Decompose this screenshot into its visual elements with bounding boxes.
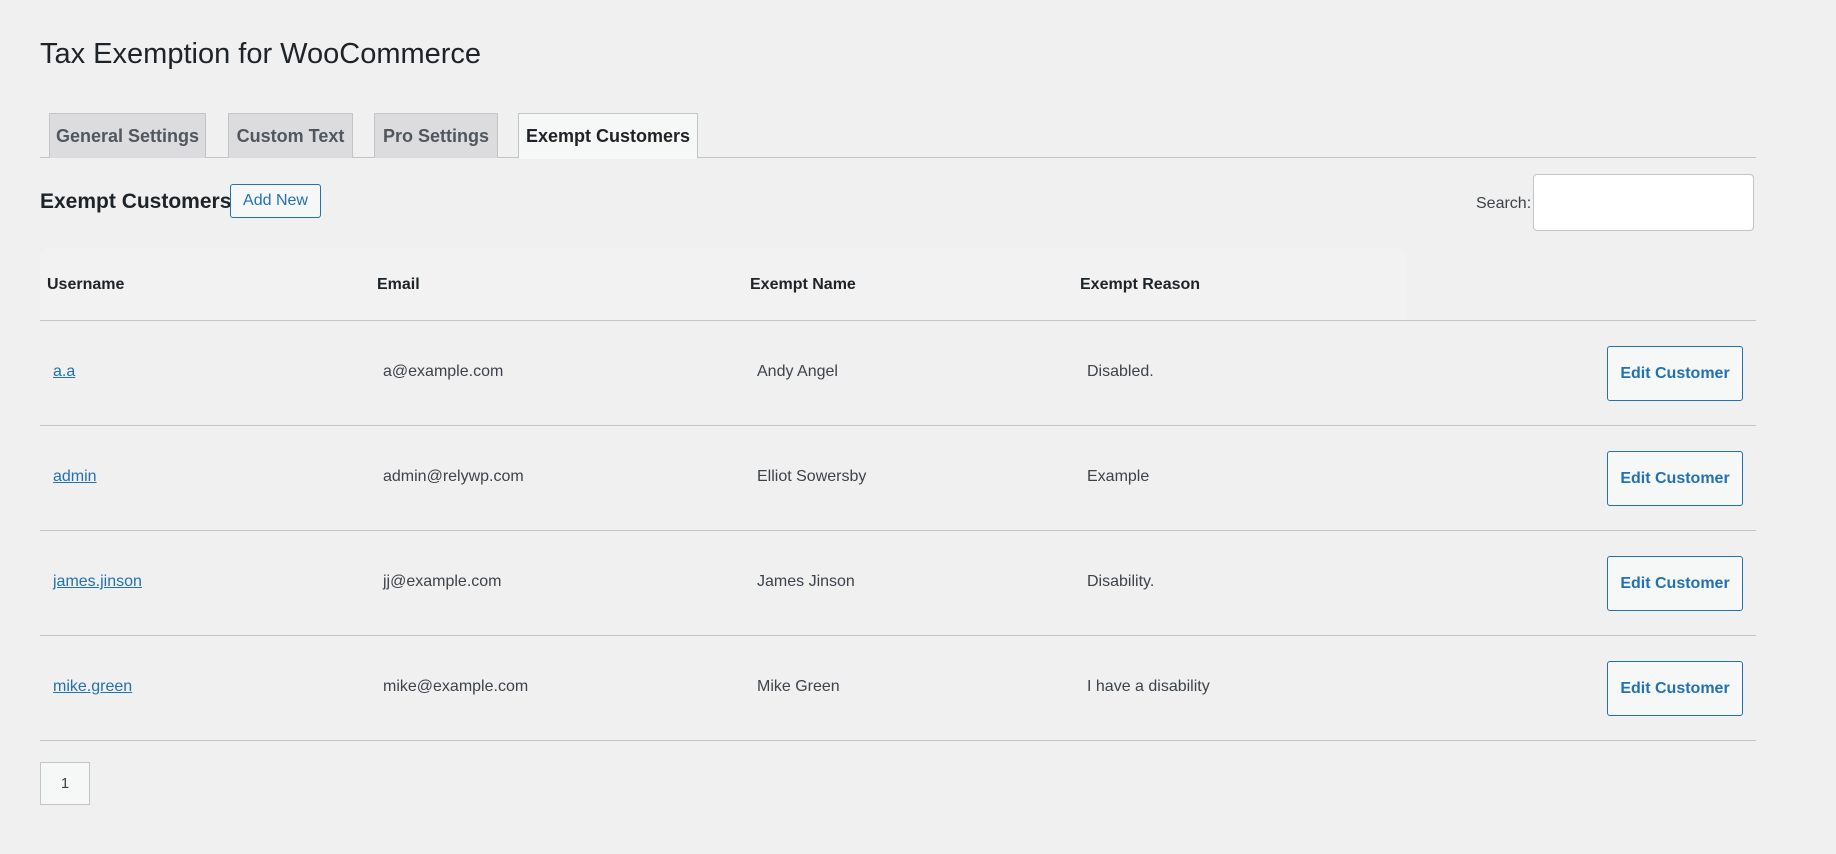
exempt-name-cell: Mike Green xyxy=(757,678,840,695)
tab-pro-settings[interactable]: Pro Settings xyxy=(374,113,498,158)
table-row: james.jinson jj@example.com James Jinson… xyxy=(40,531,1756,636)
edit-customer-button[interactable]: Edit Customer xyxy=(1607,661,1743,716)
exempt-name-cell: Andy Angel xyxy=(757,363,838,380)
search-input[interactable] xyxy=(1533,174,1754,231)
column-header-email: Email xyxy=(377,276,420,293)
exempt-customers-table: Username Email Exempt Name Exempt Reason… xyxy=(40,248,1756,741)
username-cell: admin xyxy=(53,468,97,486)
table-body: a.a a@example.com Andy Angel Disabled. E… xyxy=(40,321,1756,741)
tab-exempt-customers[interactable]: Exempt Customers xyxy=(518,113,698,159)
settings-tabs: General Settings Custom Text Pro Setting… xyxy=(40,113,1756,159)
exempt-name-cell: James Jinson xyxy=(757,573,855,590)
username-cell: mike.green xyxy=(53,678,132,696)
edit-customer-button[interactable]: Edit Customer xyxy=(1607,346,1743,401)
tab-custom-text[interactable]: Custom Text xyxy=(228,113,353,158)
edit-customer-button[interactable]: Edit Customer xyxy=(1607,556,1743,611)
email-cell: admin@relywp.com xyxy=(383,468,524,485)
username-link[interactable]: mike.green xyxy=(53,678,132,695)
table-row: a.a a@example.com Andy Angel Disabled. E… xyxy=(40,321,1756,426)
exempt-reason-cell: Disability. xyxy=(1087,573,1155,590)
exempt-reason-cell: Disabled. xyxy=(1087,363,1154,380)
add-new-button[interactable]: Add New xyxy=(230,184,321,218)
username-cell: james.jinson xyxy=(53,573,142,591)
tab-general-settings[interactable]: General Settings xyxy=(49,113,206,158)
username-link[interactable]: james.jinson xyxy=(53,573,142,590)
email-cell: mike@example.com xyxy=(383,678,529,695)
username-cell: a.a xyxy=(53,363,75,381)
table-header: Username Email Exempt Name Exempt Reason xyxy=(40,248,1407,320)
page-title: Tax Exemption for WooCommerce xyxy=(40,38,482,70)
exempt-name-cell: Elliot Sowersby xyxy=(757,468,867,485)
table-row: mike.green mike@example.com Mike Green I… xyxy=(40,636,1756,741)
email-cell: jj@example.com xyxy=(383,573,502,590)
search-label: Search: xyxy=(1476,195,1532,212)
exempt-reason-cell: I have a disability xyxy=(1087,678,1210,695)
pagination-page-button[interactable]: 1 xyxy=(40,762,90,805)
username-link[interactable]: a.a xyxy=(53,363,75,380)
edit-customer-button[interactable]: Edit Customer xyxy=(1607,451,1743,506)
section-title: Exempt Customers xyxy=(40,190,232,213)
exempt-reason-cell: Example xyxy=(1087,468,1150,485)
table-row: admin admin@relywp.com Elliot Sowersby E… xyxy=(40,426,1756,531)
column-header-exempt-reason: Exempt Reason xyxy=(1080,276,1201,293)
username-link[interactable]: admin xyxy=(53,468,97,485)
column-header-exempt-name: Exempt Name xyxy=(750,276,856,293)
email-cell: a@example.com xyxy=(383,363,504,380)
column-header-username: Username xyxy=(47,276,125,293)
